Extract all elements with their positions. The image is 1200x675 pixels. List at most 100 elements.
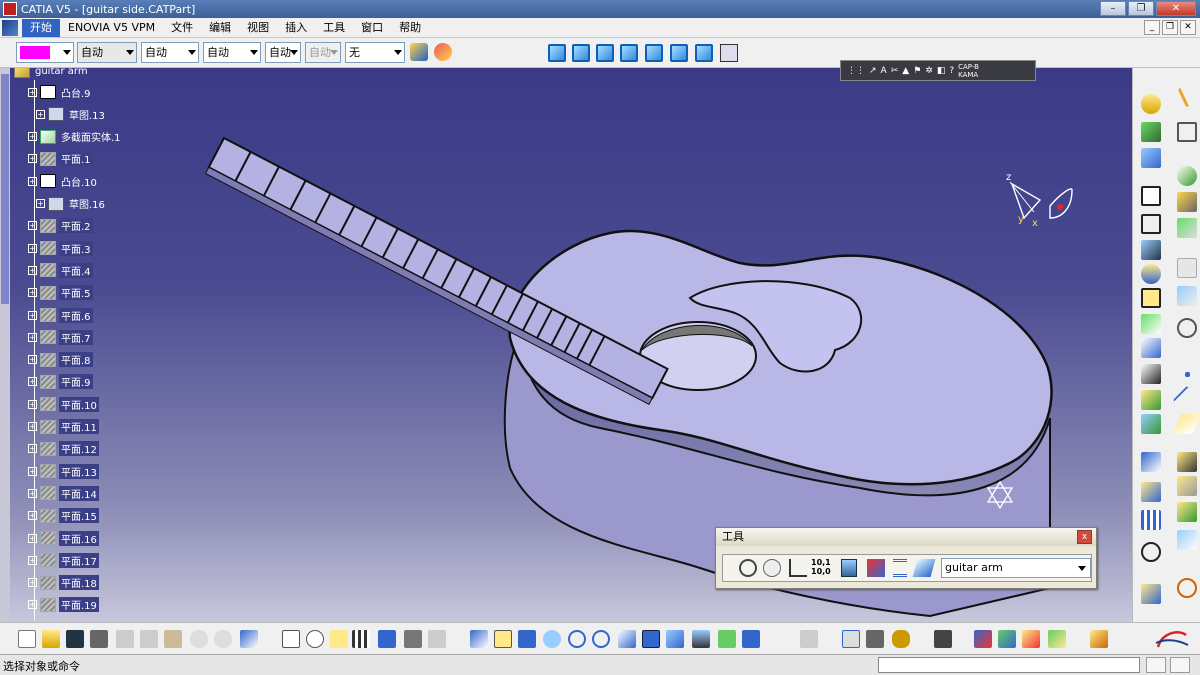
constraint-icon[interactable] — [1177, 218, 1197, 238]
expand-toggle-icon[interactable]: + — [28, 377, 37, 387]
current-body-dropdown[interactable]: guitar arm — [941, 558, 1091, 578]
tree-node[interactable]: + 平面.9 — [28, 374, 93, 390]
shading-icon[interactable] — [692, 630, 710, 648]
define-body-icon[interactable] — [912, 559, 936, 577]
lock-icon[interactable] — [404, 630, 422, 648]
list-icon[interactable] — [893, 559, 907, 577]
update-icon[interactable] — [739, 559, 757, 577]
tree-node[interactable]: + 草图.16 — [36, 196, 107, 212]
expand-toggle-icon[interactable]: + — [28, 221, 37, 231]
scan-icon[interactable] — [867, 559, 885, 577]
restore-button[interactable]: ❐ — [1128, 1, 1154, 16]
cut-icon[interactable] — [116, 630, 134, 648]
work-on-support-icon[interactable]: 10,1 10,0 — [811, 558, 831, 576]
print-icon[interactable] — [90, 630, 108, 648]
status-close-button[interactable] — [1170, 657, 1190, 673]
layer-style-dropdown[interactable]: 自动 — [305, 42, 341, 63]
expand-toggle-icon[interactable]: + — [36, 109, 45, 119]
texture-icon[interactable] — [1022, 630, 1040, 648]
thread-icon[interactable] — [1177, 530, 1197, 550]
expand-toggle-icon[interactable]: + — [28, 422, 37, 431]
fit-all-icon[interactable] — [494, 630, 512, 648]
redo-icon[interactable] — [214, 630, 232, 648]
gear-icon[interactable]: ✲ — [925, 66, 933, 76]
expand-toggle-icon[interactable]: + — [28, 533, 37, 543]
menu-enovia[interactable]: ENOVIA V5 VPM — [60, 19, 163, 37]
save-icon[interactable] — [66, 630, 84, 648]
tree-node[interactable]: + 平面.3 — [28, 240, 93, 256]
tree-node[interactable]: + 平面.19 — [28, 597, 99, 613]
expand-toggle-icon[interactable]: + — [28, 243, 37, 253]
hole-icon[interactable] — [1141, 264, 1161, 284]
multi-view-icon[interactable] — [642, 630, 660, 648]
open-folder-icon[interactable] — [42, 630, 60, 648]
line-icon[interactable] — [1172, 385, 1200, 415]
tree-node[interactable]: + 凸台.10 — [28, 173, 99, 189]
sweep-icon[interactable] — [1177, 192, 1197, 212]
expand-toggle-icon[interactable]: + — [28, 555, 37, 565]
close-button[interactable]: ✕ — [1156, 1, 1196, 16]
expand-toggle-icon[interactable]: + — [36, 199, 45, 208]
hide-show-icon[interactable] — [718, 630, 736, 648]
sketch-on-plane-icon[interactable] — [1177, 122, 1197, 142]
view-back-icon[interactable] — [596, 44, 614, 62]
bulb-icon[interactable] — [330, 630, 348, 648]
rib-icon[interactable] — [1141, 314, 1161, 334]
shaft-icon[interactable] — [1141, 240, 1161, 260]
painter-icon[interactable] — [410, 43, 428, 61]
expand-toggle-icon[interactable]: + — [28, 578, 37, 588]
line-type-dropdown[interactable]: 自动 — [203, 42, 261, 63]
point-type-dropdown[interactable]: 自动 — [265, 42, 301, 63]
tree-node[interactable]: + 平面.5 — [28, 285, 93, 301]
undo-icon[interactable] — [190, 630, 208, 648]
tree-node[interactable]: + 平面.11 — [28, 419, 99, 435]
zoom-out-icon[interactable] — [592, 630, 610, 648]
pad-feature-icon[interactable] — [1141, 186, 1161, 206]
grip-icon[interactable]: ⋮⋮ — [847, 66, 865, 76]
manual-update-icon[interactable] — [763, 559, 781, 577]
measure-inertia-icon[interactable] — [1177, 166, 1197, 186]
measure-between-icon[interactable] — [842, 630, 860, 648]
menu-tools[interactable]: 工具 — [315, 19, 353, 37]
expand-toggle-icon[interactable]: + — [28, 466, 37, 476]
flag-icon[interactable]: ⚑ — [913, 66, 921, 76]
view-left-icon[interactable] — [620, 44, 638, 62]
swap-space-icon[interactable] — [742, 630, 760, 648]
slot-icon[interactable] — [1141, 338, 1161, 358]
fly-mode-icon[interactable] — [470, 630, 488, 648]
rect-pattern-icon[interactable] — [1141, 510, 1161, 530]
tree-node[interactable]: + 平面.7 — [28, 329, 93, 345]
tools-panel-header[interactable]: 工具 x — [716, 528, 1096, 546]
view-bottom-icon[interactable] — [695, 44, 713, 62]
tree-node[interactable]: + 平面.15 — [28, 508, 99, 524]
sketcher-icon[interactable] — [1141, 94, 1161, 114]
camera-icon[interactable] — [934, 630, 952, 648]
workbench-icon[interactable] — [1090, 630, 1108, 648]
table-icon[interactable] — [352, 630, 370, 648]
minimize-button[interactable]: – — [1100, 1, 1126, 16]
expand-toggle-icon[interactable]: + — [28, 332, 37, 342]
select-arrow-icon[interactable] — [1177, 80, 1200, 108]
plane-icon[interactable] — [1172, 414, 1200, 434]
apply-material-icon[interactable] — [974, 630, 992, 648]
transparency-dropdown[interactable]: 自动 — [77, 42, 137, 63]
status-icon-button[interactable] — [1146, 657, 1166, 673]
tree-node[interactable]: + 多截面实体.1 — [28, 129, 123, 145]
menu-insert[interactable]: 插入 — [277, 19, 315, 37]
tree-node[interactable]: + 平面.4 — [28, 262, 93, 278]
translate-icon[interactable] — [1141, 452, 1161, 472]
measure-inertia-icon[interactable] — [892, 630, 910, 648]
part-body-icon[interactable] — [841, 559, 857, 577]
menu-view[interactable]: 视图 — [239, 19, 277, 37]
tree-node[interactable]: + 平面.17 — [28, 552, 99, 568]
expand-toggle-icon[interactable]: + — [28, 511, 37, 521]
expand-toggle-icon[interactable]: + — [28, 310, 37, 320]
text-icon[interactable]: A — [881, 66, 887, 76]
groove-icon[interactable] — [1141, 288, 1161, 308]
expand-toggle-icon[interactable]: + — [28, 176, 37, 186]
tree-root[interactable]: guitar arm — [14, 68, 90, 79]
render-icon[interactable]: ◧ — [937, 66, 946, 76]
knowledge-icon[interactable] — [428, 630, 446, 648]
expand-toggle-icon[interactable]: + — [28, 600, 37, 610]
mirror-icon[interactable] — [1141, 482, 1161, 502]
